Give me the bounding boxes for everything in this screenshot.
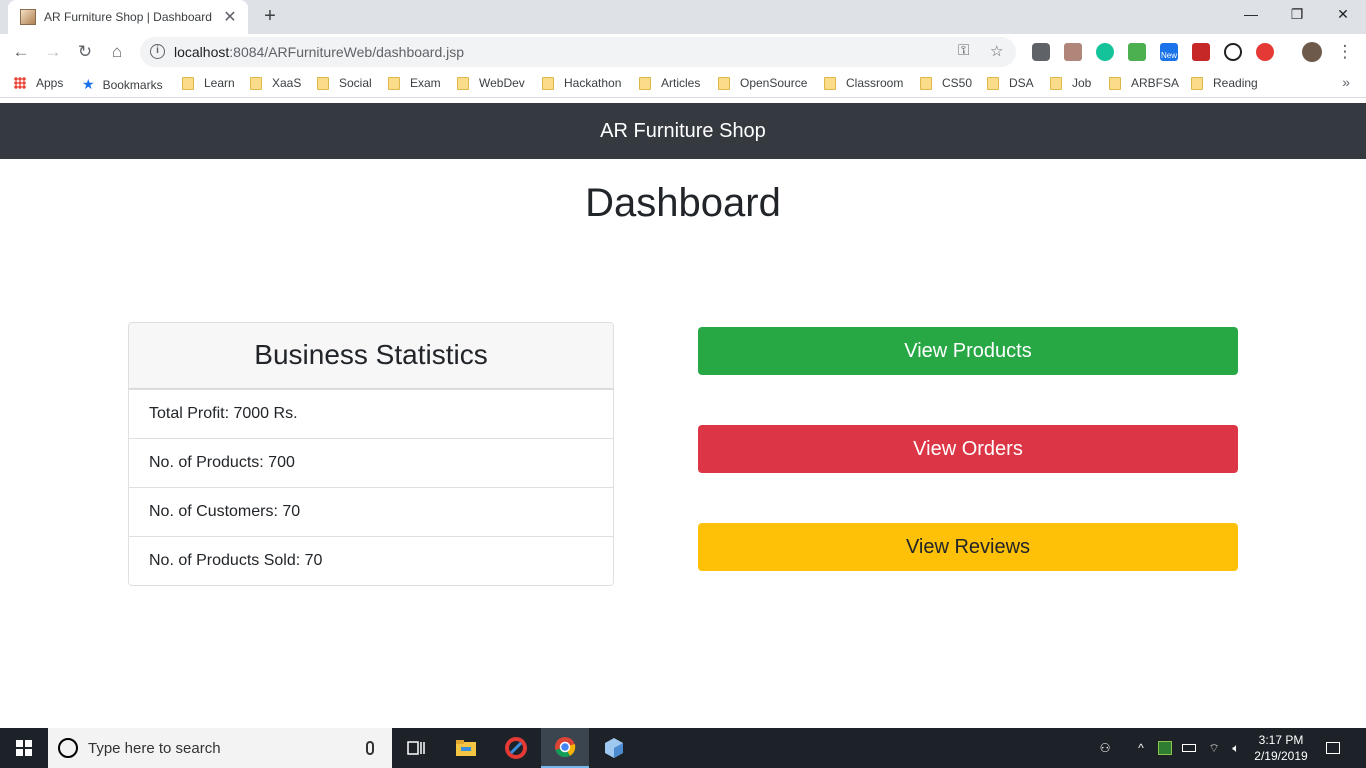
back-arrow-icon[interactable]: ← bbox=[8, 39, 34, 65]
reload-icon[interactable]: ↻ bbox=[72, 39, 98, 65]
people-icon[interactable]: ⚇ bbox=[1094, 728, 1116, 768]
view-orders-button[interactable]: View Orders bbox=[698, 425, 1238, 473]
bookmark-folder[interactable]: OpenSource bbox=[718, 76, 807, 90]
tab-close-icon[interactable]: ✕ bbox=[222, 7, 238, 27]
business-statistics-card: Business Statistics Total Profit: 7000 R… bbox=[128, 322, 614, 586]
new-extension-icon[interactable]: New bbox=[1160, 43, 1178, 61]
bookmark-folder[interactable]: DSA bbox=[987, 76, 1034, 90]
bookmark-folder[interactable]: Reading bbox=[1191, 76, 1258, 90]
close-window-button[interactable]: ✕ bbox=[1320, 0, 1366, 30]
grammarly-icon[interactable] bbox=[1096, 43, 1114, 61]
bookmarks-overflow-icon[interactable]: » bbox=[1342, 74, 1350, 90]
new-tab-button[interactable]: + bbox=[258, 4, 282, 28]
list-item: No. of Customers: 70 bbox=[129, 487, 613, 536]
home-icon[interactable]: ⌂ bbox=[104, 39, 130, 65]
bookmark-folder[interactable]: CS50 bbox=[920, 76, 972, 90]
folder-icon bbox=[1109, 76, 1121, 90]
folder-icon bbox=[457, 76, 469, 90]
tray-app-icon[interactable] bbox=[1156, 728, 1174, 768]
page-title: Dashboard bbox=[585, 181, 781, 225]
minimize-button[interactable]: — bbox=[1228, 0, 1274, 30]
page-content: AR Furniture Shop Dashboard Business Sta… bbox=[0, 103, 1366, 728]
ccleaner-icon[interactable] bbox=[492, 728, 540, 768]
bookmark-folder[interactable]: Classroom bbox=[824, 76, 903, 90]
folder-icon bbox=[718, 76, 730, 90]
bookmark-folder[interactable]: Hackathon bbox=[542, 76, 621, 90]
system-clock[interactable]: 3:17 PM 2/19/2019 bbox=[1246, 732, 1316, 764]
browser-tab[interactable]: AR Furniture Shop | Dashboard ✕ bbox=[8, 0, 248, 34]
bookmark-folder[interactable]: ARBFSA bbox=[1109, 76, 1179, 90]
bookmarks-bar: Apps ★ Bookmarks Learn XaaS Social Exam … bbox=[0, 70, 1366, 98]
windows-logo-icon bbox=[16, 740, 32, 756]
view-products-button[interactable]: View Products bbox=[698, 327, 1238, 375]
bookmark-star-icon[interactable]: ☆ bbox=[990, 42, 1003, 60]
task-view-icon[interactable] bbox=[392, 728, 440, 768]
forward-arrow-icon[interactable]: → bbox=[40, 39, 66, 65]
chrome-icon[interactable] bbox=[541, 728, 589, 768]
folder-icon bbox=[920, 76, 932, 90]
bookmark-folder[interactable]: Social bbox=[317, 76, 372, 90]
card-header: Business Statistics bbox=[129, 323, 613, 389]
virtualbox-icon[interactable] bbox=[590, 728, 638, 768]
restore-button[interactable]: ❐ bbox=[1274, 0, 1320, 30]
tab-strip: AR Furniture Shop | Dashboard ✕ + — ❐ ✕ bbox=[0, 0, 1366, 34]
search-placeholder: Type here to search bbox=[88, 739, 221, 757]
folder-icon bbox=[824, 76, 836, 90]
start-button[interactable] bbox=[0, 728, 48, 768]
folder-icon bbox=[250, 76, 262, 90]
site-navbar: AR Furniture Shop bbox=[0, 103, 1366, 159]
profile-avatar[interactable] bbox=[1302, 42, 1322, 62]
tab-title: AR Furniture Shop | Dashboard bbox=[44, 10, 212, 24]
at-extension-icon[interactable] bbox=[1224, 43, 1242, 61]
bookmark-folder[interactable]: XaaS bbox=[250, 76, 301, 90]
bookmark-bookmarks[interactable]: ★ Bookmarks bbox=[82, 76, 163, 93]
url-text[interactable]: localhost:8084/ARFurnitureWeb/dashboard.… bbox=[174, 44, 464, 60]
inbox-extension-icon[interactable] bbox=[1128, 43, 1146, 61]
site-favicon-icon bbox=[20, 9, 36, 25]
bookmark-extension-icon[interactable] bbox=[1192, 43, 1210, 61]
bookmark-folder[interactable]: Job bbox=[1050, 76, 1091, 90]
extension-shield-icon[interactable] bbox=[1032, 43, 1050, 61]
folder-icon bbox=[639, 76, 651, 90]
address-bar[interactable]: i localhost:8084/ARFurnitureWeb/dashboar… bbox=[140, 37, 1016, 67]
battery-icon[interactable] bbox=[1180, 728, 1198, 768]
list-item: No. of Products Sold: 70 bbox=[129, 536, 613, 585]
folder-icon bbox=[1191, 76, 1203, 90]
star-icon: ★ bbox=[82, 76, 95, 92]
folder-icon bbox=[987, 76, 999, 90]
view-reviews-button[interactable]: View Reviews bbox=[698, 523, 1238, 571]
site-info-icon[interactable]: i bbox=[150, 44, 165, 59]
folder-icon bbox=[388, 76, 400, 90]
volume-icon[interactable]: 🔈︎ bbox=[1226, 728, 1246, 768]
folder-icon bbox=[542, 76, 554, 90]
bookmark-folder[interactable]: Articles bbox=[639, 76, 700, 90]
cortana-icon bbox=[58, 738, 78, 758]
bookmark-folder[interactable]: Learn bbox=[182, 76, 235, 90]
key-icon[interactable]: ⚿ bbox=[958, 42, 969, 59]
folder-icon bbox=[1050, 76, 1062, 90]
action-center-icon[interactable] bbox=[1320, 728, 1346, 768]
folder-icon bbox=[317, 76, 329, 90]
bookmark-folder[interactable]: Exam bbox=[388, 76, 441, 90]
apps-grid-icon bbox=[14, 77, 26, 89]
folder-icon bbox=[182, 76, 194, 90]
list-item: No. of Products: 700 bbox=[129, 438, 613, 487]
bookmark-apps[interactable]: Apps bbox=[14, 76, 63, 90]
bookmark-folder[interactable]: WebDev bbox=[457, 76, 525, 90]
taskbar: Type here to search ⚇ ^ ⌔ 🔈︎ 3:17 PM 2/1… bbox=[0, 728, 1366, 768]
wifi-icon[interactable]: ⌔ bbox=[1204, 728, 1224, 768]
menu-kebab-icon[interactable]: ⋮ bbox=[1332, 39, 1358, 65]
taskbar-search[interactable]: Type here to search bbox=[48, 728, 392, 768]
navbar-brand[interactable]: AR Furniture Shop bbox=[600, 120, 766, 143]
list-item: Total Profit: 7000 Rs. bbox=[129, 389, 613, 438]
microphone-icon[interactable] bbox=[366, 741, 374, 755]
clock-time: 3:17 PM bbox=[1258, 733, 1304, 747]
clock-date: 2/19/2019 bbox=[1254, 749, 1308, 763]
file-explorer-icon[interactable] bbox=[442, 728, 490, 768]
browser-toolbar: ← → ↻ ⌂ i localhost:8084/ARFurnitureWeb/… bbox=[0, 34, 1366, 70]
shield-extension-icon[interactable] bbox=[1256, 43, 1274, 61]
tray-expand-icon[interactable]: ^ bbox=[1132, 728, 1150, 768]
pdf-extension-icon[interactable] bbox=[1064, 43, 1082, 61]
